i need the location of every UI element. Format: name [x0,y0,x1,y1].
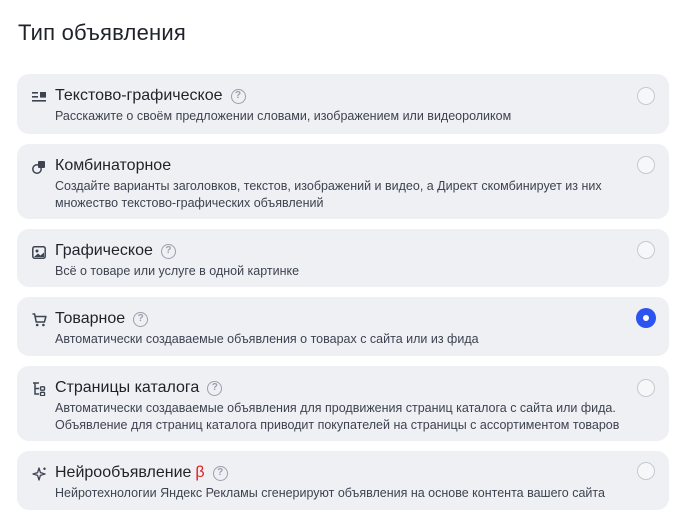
option-title: Нейрообъявление [55,464,192,481]
option-catalog-pages[interactable]: Страницы каталога ? Автоматически создав… [17,366,669,441]
option-radio[interactable] [637,379,655,397]
catalog-tree-icon [31,381,47,397]
option-title: Товарное [55,310,126,327]
image-icon [31,244,47,260]
help-icon[interactable]: ? [230,88,246,104]
option-title: Страницы каталога [55,379,200,396]
option-description: Создайте варианты заголовков, текстов, и… [55,179,602,210]
option-combinatorial[interactable]: Комбинаторное Создайте варианты заголовк… [17,144,669,219]
option-title: Графическое [55,242,153,259]
page-title: Тип объявления [18,20,186,45]
option-description: Расскажите о своём предложении словами, … [55,109,512,123]
combinatorial-icon [31,159,47,175]
option-title: Текстово-графическое [55,87,223,104]
option-product[interactable]: Товарное ? Автоматически создаваемые объ… [17,297,669,356]
option-title: Комбинаторное [55,157,172,174]
option-description: Нейротехнологии Яндекс Рекламы сгенериру… [55,486,605,500]
help-icon[interactable]: ? [160,243,176,259]
text-graphic-icon [31,89,47,105]
beta-badge: β [195,464,205,481]
sparkle-icon [31,466,47,482]
help-icon[interactable]: ? [207,380,223,396]
option-description: Автоматически создаваемые объявления для… [55,401,620,432]
option-radio[interactable] [637,87,655,105]
option-radio[interactable] [637,462,655,480]
option-radio[interactable] [637,156,655,174]
option-graphic[interactable]: Графическое ? Всё о товаре или услуге в … [17,229,669,287]
ad-type-list: Текстово-графическое ? Расскажите о своё… [17,74,669,520]
option-text-graphic[interactable]: Текстово-графическое ? Расскажите о своё… [17,74,669,134]
option-description: Всё о товаре или услуге в одной картинке [55,264,300,278]
option-radio-selected[interactable] [636,308,656,328]
option-description: Автоматически создаваемые объявления о т… [55,332,479,346]
help-icon[interactable]: ? [133,311,149,327]
option-neuro-ad[interactable]: Нейрообъявление β ? Нейротехнологии Янде… [17,451,669,510]
help-icon[interactable]: ? [212,465,228,481]
option-radio[interactable] [637,241,655,259]
cart-icon [31,312,47,328]
